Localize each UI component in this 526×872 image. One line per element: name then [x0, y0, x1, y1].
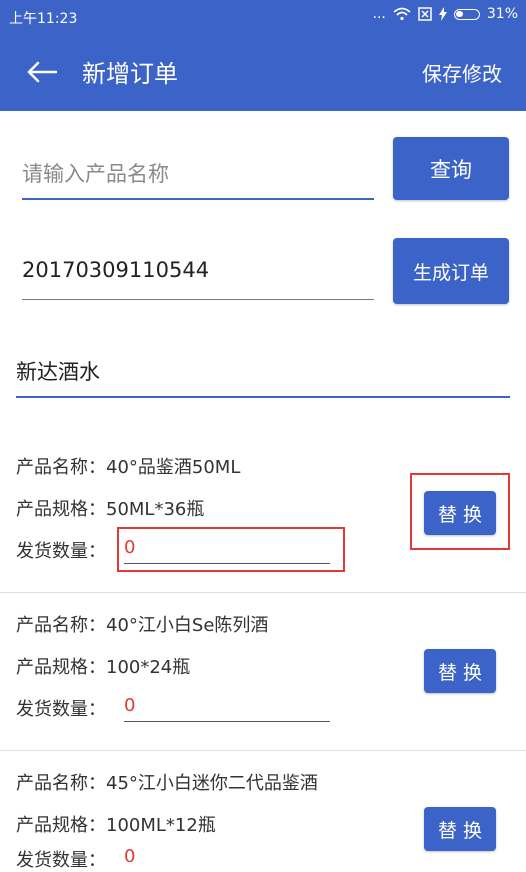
page-title: 新增订单 [82, 60, 178, 88]
signal-dots-icon: ... [372, 6, 386, 22]
product-qty-row: 发货数量： [16, 695, 106, 721]
quantity-input[interactable]: 0 [124, 843, 330, 862]
status-bar: 上午11:23 ... 31% [0, 0, 526, 34]
back-button[interactable] [22, 52, 62, 92]
save-changes-button[interactable]: 保存修改 [422, 58, 502, 87]
order-number-field[interactable]: 20170309110544 [22, 250, 374, 302]
product-name-row: 产品名称：40°品鉴酒50ML [16, 453, 240, 479]
quantity-underline [124, 721, 330, 722]
product-qty-label: 发货数量： [16, 541, 106, 562]
product-name-row: 产品名称：40°江小白Se陈列酒 [16, 611, 268, 637]
product-qty-row: 发货数量： [16, 537, 106, 563]
product-qty-label: 发货数量： [16, 850, 106, 871]
product-spec-row: 产品规格：50ML*36瓶 [16, 495, 204, 521]
generate-order-button[interactable]: 生成订单 [393, 238, 509, 304]
product-search-input[interactable]: 请输入产品名称 [22, 158, 169, 188]
order-number-input[interactable]: 20170309110544 [22, 258, 209, 282]
arrow-left-icon [27, 61, 57, 83]
battery-icon [453, 8, 480, 20]
product-name-row: 产品名称：45°江小白迷你二代品鉴酒 [16, 769, 318, 795]
product-name-label: 产品名称： [16, 457, 106, 478]
product-spec-label: 产品规格： [16, 657, 106, 678]
product-name-value: 40°品鉴酒50ML [106, 457, 241, 478]
product-qty-row: 发货数量： [16, 846, 106, 872]
product-spec-value: 50ML*36瓶 [106, 499, 205, 520]
app-bar: 新增订单 保存修改 [0, 34, 526, 111]
battery-percent: 31% [486, 6, 518, 22]
customer-name[interactable]: 新达酒水 [16, 356, 100, 386]
product-spec-value: 100ML*12瓶 [106, 815, 216, 836]
status-time: 上午11:23 [9, 11, 78, 27]
card-divider [0, 750, 526, 751]
query-button[interactable]: 查询 [393, 137, 509, 200]
customer-underline [16, 396, 510, 398]
product-spec-value: 100*24瓶 [106, 657, 191, 678]
product-spec-row: 产品规格：100ML*12瓶 [16, 811, 216, 837]
replace-button[interactable]: 替 换 [424, 807, 496, 851]
quantity-value[interactable]: 0 [124, 846, 135, 862]
status-icons: ... 31% [373, 6, 518, 22]
product-name-label: 产品名称： [16, 773, 106, 794]
product-name-label: 产品名称： [16, 615, 106, 636]
charging-icon [438, 7, 447, 21]
product-qty-label: 发货数量： [16, 699, 106, 720]
card-divider [0, 592, 526, 593]
product-spec-label: 产品规格： [16, 815, 106, 836]
product-spec-row: 产品规格：100*24瓶 [16, 653, 190, 679]
order-number-underline [22, 299, 374, 300]
sim-off-icon [418, 7, 432, 21]
wifi-icon [393, 7, 411, 21]
quantity-input[interactable]: 0 [124, 692, 330, 724]
quantity-value[interactable]: 0 [124, 695, 135, 716]
replace-highlight-box [410, 473, 510, 550]
product-name-value: 40°江小白Se陈列酒 [106, 615, 269, 636]
search-underline [22, 198, 374, 200]
product-spec-label: 产品规格： [16, 499, 106, 520]
product-name-value: 45°江小白迷你二代品鉴酒 [106, 773, 318, 794]
quantity-highlight-box [117, 527, 345, 572]
product-search-field[interactable]: 请输入产品名称 [22, 150, 374, 202]
replace-button[interactable]: 替 换 [424, 649, 496, 693]
customer-field[interactable]: 新达酒水 [16, 350, 510, 400]
